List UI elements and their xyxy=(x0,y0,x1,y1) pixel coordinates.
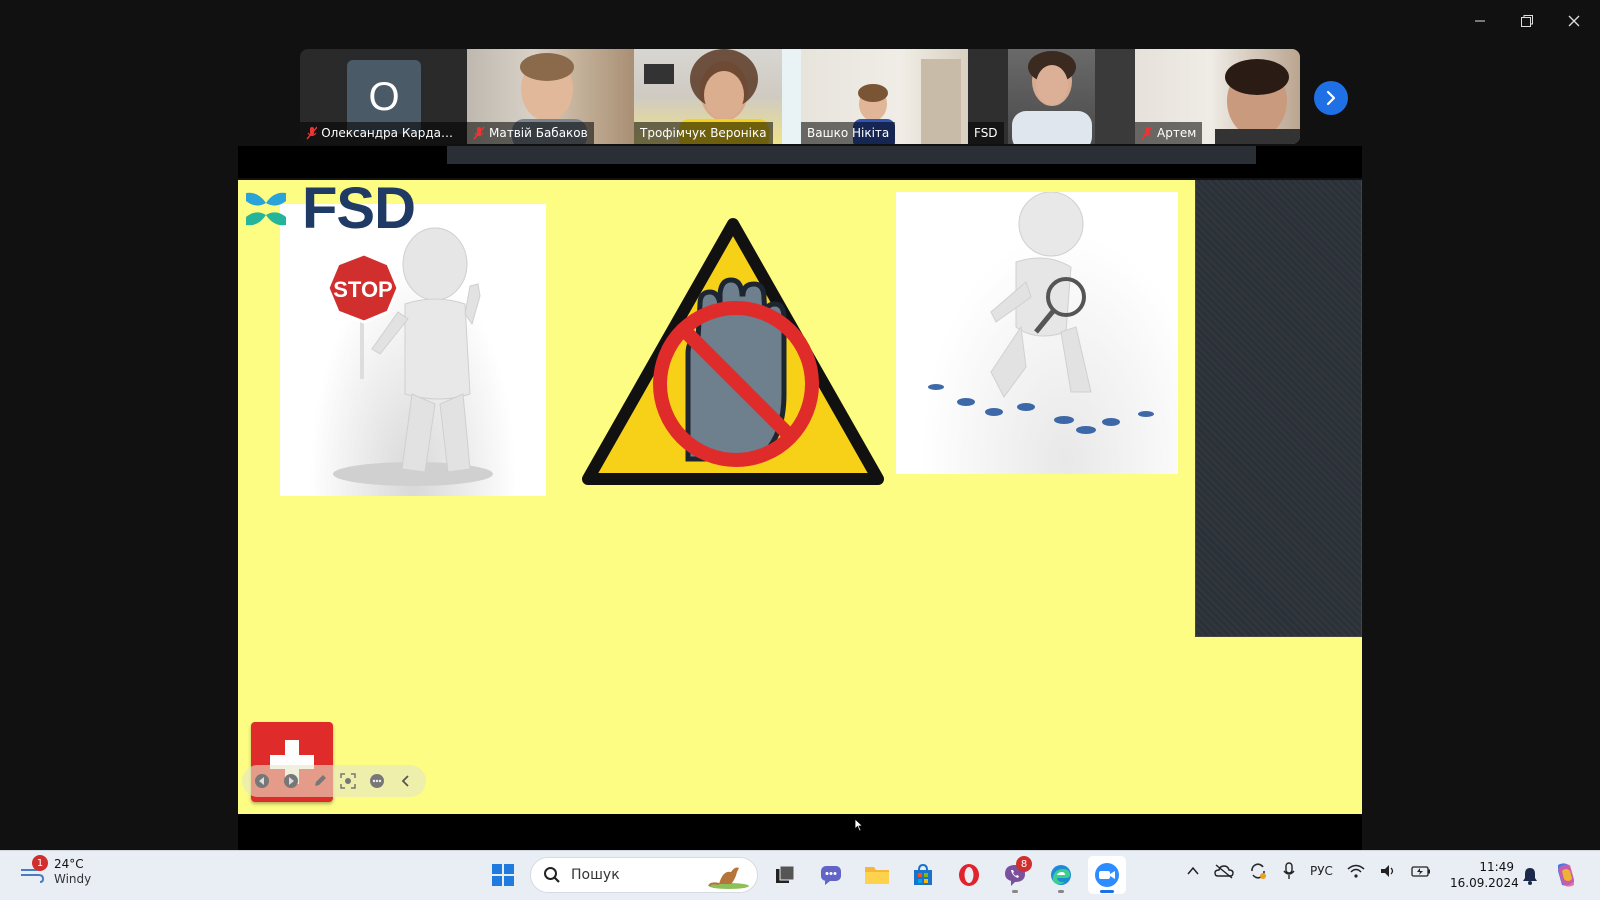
participant-name: Матвій Бабаков xyxy=(489,126,588,140)
onedrive-offline-icon[interactable] xyxy=(1214,863,1234,879)
store-icon xyxy=(914,863,932,885)
pen-icon xyxy=(314,775,326,786)
mic-off-icon xyxy=(473,126,485,140)
participant-tile-active-speaker[interactable]: FSD xyxy=(968,49,1135,144)
participant-name-bar: Трофімчук Вероніка xyxy=(634,122,773,144)
previous-icon xyxy=(255,774,270,788)
previous-slide-button[interactable] xyxy=(251,770,273,792)
participant-name-bar: FSD xyxy=(968,122,1004,144)
restore-icon xyxy=(1521,15,1533,27)
search-placeholder: Пошук xyxy=(571,867,620,883)
participant-name-bar: Олександра Кардашо... xyxy=(300,122,467,144)
shared-screen-top-bar xyxy=(238,146,1362,178)
next-icon xyxy=(283,774,298,788)
stop-sign-text: STOP xyxy=(333,277,393,302)
opera-icon xyxy=(959,864,979,886)
stop-figure-image: STOP xyxy=(280,204,546,496)
participant-name: Трофімчук Вероніка xyxy=(640,126,767,140)
volume-icon[interactable] xyxy=(1379,863,1397,879)
zoom-app-button[interactable] xyxy=(1088,856,1126,894)
shared-screen-bottom-bar xyxy=(238,814,1362,850)
close-icon xyxy=(1568,15,1580,27)
participant-name-bar: Артем xyxy=(1135,122,1203,144)
taskbar-clock[interactable]: 11:49 16.09.2024 xyxy=(1450,859,1519,891)
system-tray: РУС xyxy=(1186,861,1431,881)
microsoft-store-button[interactable] xyxy=(904,856,942,894)
fsd-logo-text: FSD xyxy=(302,180,416,241)
collapse-toolbar-button[interactable] xyxy=(395,770,417,792)
weather-temperature: 24°C xyxy=(54,857,84,871)
edge-icon xyxy=(1051,865,1071,885)
mic-off-icon xyxy=(306,126,318,140)
participant-name: FSD xyxy=(974,126,998,140)
notification-bell-icon[interactable] xyxy=(1522,867,1538,885)
participant-name-bar: Матвій Бабаков xyxy=(467,122,594,144)
task-view-button[interactable] xyxy=(766,856,804,894)
zoom-icon xyxy=(1095,863,1119,887)
input-language-indicator[interactable]: РУС xyxy=(1310,864,1333,878)
chat-icon xyxy=(821,866,841,885)
weather-condition: Windy xyxy=(54,872,92,886)
participant-name: Олександра Кардашо... xyxy=(321,126,461,140)
weather-widget[interactable]: 1 24°C Windy xyxy=(18,855,92,887)
viber-notification-badge: 8 xyxy=(1016,856,1032,872)
task-view-icon xyxy=(776,865,795,883)
battery-charging-icon[interactable] xyxy=(1411,864,1431,878)
sync-icon[interactable] xyxy=(1248,861,1268,881)
chevron-right-icon xyxy=(1326,90,1336,106)
copilot-icon[interactable] xyxy=(1552,861,1580,889)
folder-icon xyxy=(865,867,889,884)
close-button[interactable] xyxy=(1554,8,1594,34)
teams-chat-button[interactable] xyxy=(812,856,850,894)
focus-icon xyxy=(340,773,357,789)
mic-off-icon xyxy=(1141,126,1153,140)
fsd-logo: FSD xyxy=(240,180,416,241)
participant-name-bar: Вашко Нікіта xyxy=(801,122,896,144)
weather-alert-badge: 1 xyxy=(32,855,48,871)
zoom-meeting-window: О Олександра Кардашо... Матвій Бабаков Т… xyxy=(0,0,1600,900)
zoom-tool-button[interactable] xyxy=(337,770,359,792)
clock-date: 16.09.2024 xyxy=(1450,876,1519,890)
mouse-cursor-icon xyxy=(854,818,864,832)
footprints-search-image xyxy=(896,191,1178,474)
next-slide-button[interactable] xyxy=(280,770,302,792)
viber-button[interactable]: 8 xyxy=(996,856,1034,894)
fsd-logo-icon xyxy=(246,192,286,226)
participant-tile[interactable]: Трофімчук Вероніка xyxy=(634,49,801,144)
taskbar-apps: Пошук 8 xyxy=(484,856,1126,894)
participant-tile[interactable]: Артем xyxy=(1135,49,1300,144)
prohibition-warning-sign xyxy=(582,218,884,485)
next-participants-button[interactable] xyxy=(1314,81,1348,115)
more-options-button[interactable] xyxy=(366,770,388,792)
slide-side-panel xyxy=(1195,180,1362,637)
pen-tool-button[interactable] xyxy=(309,770,331,792)
kangaroo-search-highlight-icon xyxy=(708,867,749,889)
participant-tile[interactable]: О Олександра Кардашо... xyxy=(300,49,467,144)
participant-tile[interactable]: Вашко Нікіта xyxy=(801,49,968,144)
search-icon xyxy=(544,867,560,883)
taskbar-search-box[interactable]: Пошук xyxy=(530,857,758,893)
start-button[interactable] xyxy=(484,856,522,894)
clock-time: 11:49 xyxy=(1479,860,1514,874)
participant-tile[interactable]: Матвій Бабаков xyxy=(467,49,634,144)
participant-strip: О Олександра Кардашо... Матвій Бабаков Т… xyxy=(300,49,1300,144)
chevron-left-icon xyxy=(401,775,409,787)
shared-screen-slide[interactable]: STOP FSD xyxy=(238,180,1362,814)
shared-screen-header xyxy=(447,146,1256,164)
restore-button[interactable] xyxy=(1507,8,1547,34)
chevron-up-icon[interactable] xyxy=(1186,864,1200,878)
wifi-icon[interactable] xyxy=(1347,863,1365,879)
file-explorer-button[interactable] xyxy=(858,856,896,894)
slide-toolbar xyxy=(242,765,426,797)
participant-name: Артем xyxy=(1157,126,1197,140)
microphone-icon[interactable] xyxy=(1282,862,1296,880)
windows-taskbar: 1 24°C Windy Пошук 8 РУС 11:49 16.09.202… xyxy=(0,850,1600,900)
windows-logo-icon xyxy=(492,864,514,886)
opera-browser-button[interactable] xyxy=(950,856,988,894)
minimize-icon xyxy=(1475,20,1485,22)
minimize-button[interactable] xyxy=(1460,8,1500,34)
edge-browser-button[interactable] xyxy=(1042,856,1080,894)
participant-name: Вашко Нікіта xyxy=(807,126,890,140)
more-icon xyxy=(369,774,384,788)
